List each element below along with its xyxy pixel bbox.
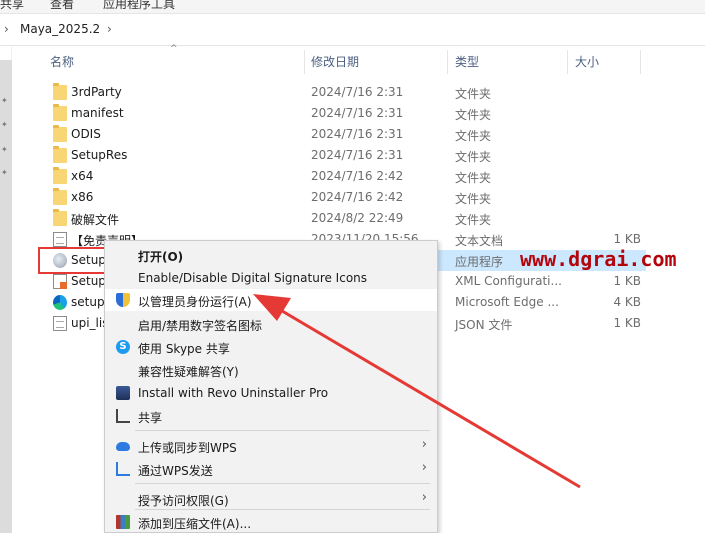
- annotation-arrow: [253, 294, 581, 489]
- arrow-shaft: [271, 303, 581, 489]
- arrow-head: [253, 294, 291, 321]
